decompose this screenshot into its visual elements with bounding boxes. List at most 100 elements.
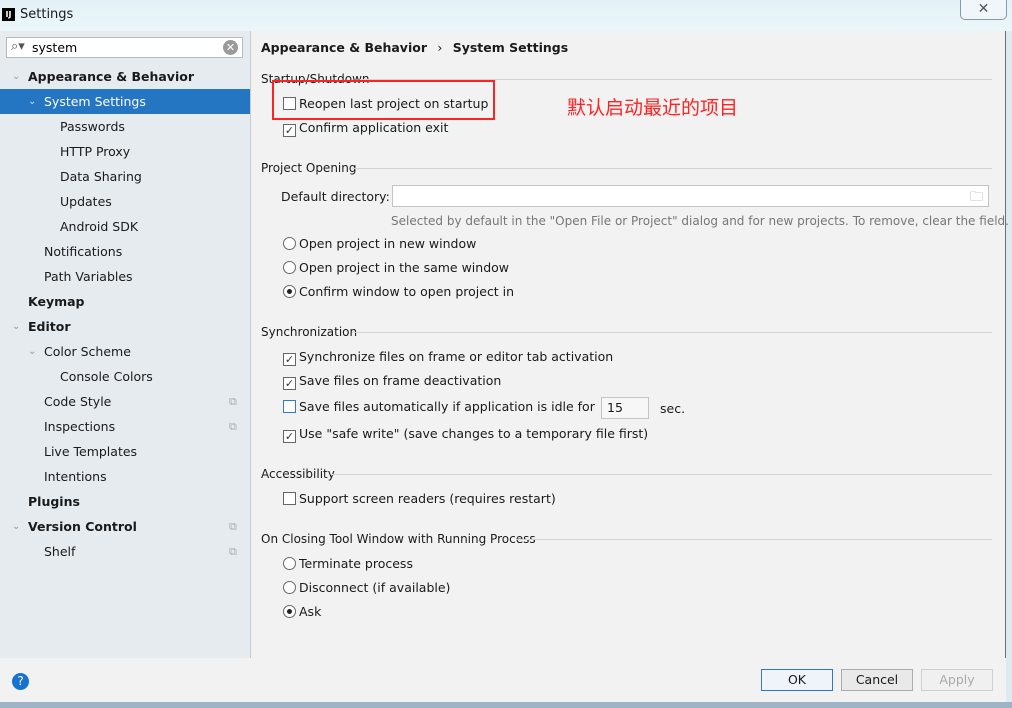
tree-item[interactable]: Notifications	[0, 239, 250, 264]
option-label: Ask	[299, 604, 322, 619]
breadcrumb-parent: Appearance & Behavior	[261, 40, 427, 55]
sync-checkbox-3[interactable]: ✓ Use "safe write" (save changes to a tem…	[283, 425, 648, 443]
tree-item-label: Shelf	[44, 544, 76, 559]
project-open-radio-0[interactable]: Open project in new window	[283, 235, 476, 253]
idle-seconds-input[interactable]: 15	[601, 397, 649, 419]
option-label: Use "safe write" (save changes to a temp…	[299, 426, 649, 441]
radio-icon	[283, 557, 296, 570]
tree-item[interactable]: Intentions	[0, 464, 250, 489]
tree-item-label: Passwords	[60, 119, 125, 134]
radio-icon	[283, 261, 296, 274]
tree-item[interactable]: Live Templates	[0, 439, 250, 464]
ok-button[interactable]: OK	[761, 669, 833, 691]
tree-item-label: Keymap	[28, 294, 85, 309]
chevron-down-icon[interactable]: ⌄	[12, 514, 20, 539]
apply-button[interactable]: Apply	[921, 669, 993, 691]
folder-icon[interactable]: 🗀	[970, 188, 983, 210]
tree-item-label: Inspections	[44, 419, 116, 434]
chevron-down-icon[interactable]: ⌄	[28, 339, 36, 364]
tree-item-label: Color Scheme	[44, 344, 131, 359]
sync-checkbox-0[interactable]: ✓ Synchronize files on frame or editor ta…	[283, 348, 613, 366]
chevron-down-icon[interactable]: ⌄	[12, 314, 20, 339]
option-label: Save files on frame deactivation	[299, 373, 502, 388]
tree-item[interactable]: ⌄ Version Control ⧉	[0, 514, 250, 539]
group-closing-title: On Closing Tool Window with Running Proc…	[261, 532, 536, 546]
checkmark-icon: ✓	[283, 430, 296, 443]
cancel-button[interactable]: Cancel	[841, 669, 913, 691]
clear-search-icon[interactable]: ✕	[223, 40, 238, 55]
idle-unit-label: sec.	[660, 401, 686, 416]
group-synchronization-title: Synchronization	[261, 325, 358, 339]
option-label: Terminate process	[299, 556, 413, 571]
search-icon[interactable]: ⌕▾	[11, 39, 25, 54]
breadcrumb-separator: ›	[437, 40, 443, 55]
tree-item-label: Updates	[60, 194, 112, 209]
checkmark-icon: ✓	[283, 124, 296, 137]
tree-item-label: Appearance & Behavior	[28, 69, 194, 84]
project-scope-icon: ⧉	[229, 520, 237, 533]
tree-item[interactable]: Plugins	[0, 489, 250, 514]
confirm-exit-checkbox[interactable]: ✓ Confirm application exit	[283, 119, 448, 137]
closing-radio-2[interactable]: Ask	[283, 603, 321, 621]
option-label: Confirm window to open project in	[299, 284, 515, 299]
tree-item-label: System Settings	[44, 94, 146, 109]
project-open-radio-2[interactable]: Confirm window to open project in	[283, 283, 514, 301]
tree-item[interactable]: ⌄ Color Scheme	[0, 339, 250, 364]
divider	[516, 539, 992, 540]
taskbar	[0, 702, 1012, 708]
option-label: Open project in the same window	[299, 260, 510, 275]
chevron-down-icon[interactable]: ⌄	[28, 89, 36, 114]
annotation-text: 默认启动最近的项目	[567, 97, 739, 119]
tree-item[interactable]: Updates	[0, 189, 250, 214]
help-icon[interactable]: ?	[12, 673, 29, 690]
radio-icon	[283, 581, 296, 594]
breadcrumb-current: System Settings	[452, 40, 569, 55]
group-project-opening-title: Project Opening	[261, 161, 357, 175]
radio-selected-icon	[283, 605, 296, 618]
close-button[interactable]: ✕	[960, 0, 1007, 20]
closing-radio-0[interactable]: Terminate process	[283, 555, 413, 573]
sync-checkbox-2[interactable]: Save files automatically if application …	[283, 398, 595, 416]
tree-item[interactable]: ⌄ Appearance & Behavior	[0, 64, 250, 89]
tree-item-label: Path Variables	[44, 269, 133, 284]
tree-item[interactable]: Inspections ⧉	[0, 414, 250, 439]
radio-selected-icon	[283, 285, 296, 298]
search-input[interactable]	[32, 39, 212, 56]
tree-item[interactable]: Passwords	[0, 114, 250, 139]
tree-item[interactable]: Data Sharing	[0, 164, 250, 189]
search-field: ⌕▾ ✕	[6, 37, 243, 58]
tree-item-label: Plugins	[28, 494, 80, 509]
option-label: Disconnect (if available)	[299, 580, 451, 595]
screen-readers-checkbox[interactable]: Support screen readers (requires restart…	[283, 490, 556, 508]
checkbox-label: Confirm application exit	[299, 120, 449, 135]
tree-item-label: Version Control	[28, 519, 137, 534]
checkbox-icon	[283, 400, 296, 413]
divider	[352, 168, 992, 169]
tree-item[interactable]: Code Style ⧉	[0, 389, 250, 414]
option-label: Synchronize files on frame or editor tab…	[299, 349, 614, 364]
checkmark-icon: ✓	[283, 353, 296, 366]
tree-item[interactable]: Android SDK	[0, 214, 250, 239]
group-accessibility-title: Accessibility	[261, 467, 335, 481]
tree-item[interactable]: Console Colors	[0, 364, 250, 389]
checkmark-icon: ✓	[283, 377, 296, 390]
breadcrumb: Appearance & Behavior › System Settings	[261, 40, 568, 55]
default-directory-label: Default directory:	[281, 189, 390, 204]
tree-item-label: Live Templates	[44, 444, 138, 459]
tree-item[interactable]: ⌄ Editor	[0, 314, 250, 339]
tree-item[interactable]: ⌄ System Settings	[0, 89, 250, 114]
app-logo: IJ	[2, 8, 15, 21]
project-scope-icon: ⧉	[229, 395, 237, 408]
project-scope-icon: ⧉	[229, 545, 237, 558]
tree-item[interactable]: Path Variables	[0, 264, 250, 289]
project-open-radio-1[interactable]: Open project in the same window	[283, 259, 509, 277]
close-icon: ✕	[977, 1, 990, 17]
tree-item[interactable]: Keymap	[0, 289, 250, 314]
window-title: Settings	[20, 7, 74, 22]
chevron-down-icon[interactable]: ⌄	[12, 64, 20, 89]
closing-radio-1[interactable]: Disconnect (if available)	[283, 579, 450, 597]
tree-item[interactable]: Shelf ⧉	[0, 539, 250, 564]
sync-checkbox-1[interactable]: ✓ Save files on frame deactivation	[283, 372, 501, 390]
default-directory-input[interactable]	[392, 185, 989, 207]
tree-item[interactable]: HTTP Proxy	[0, 139, 250, 164]
